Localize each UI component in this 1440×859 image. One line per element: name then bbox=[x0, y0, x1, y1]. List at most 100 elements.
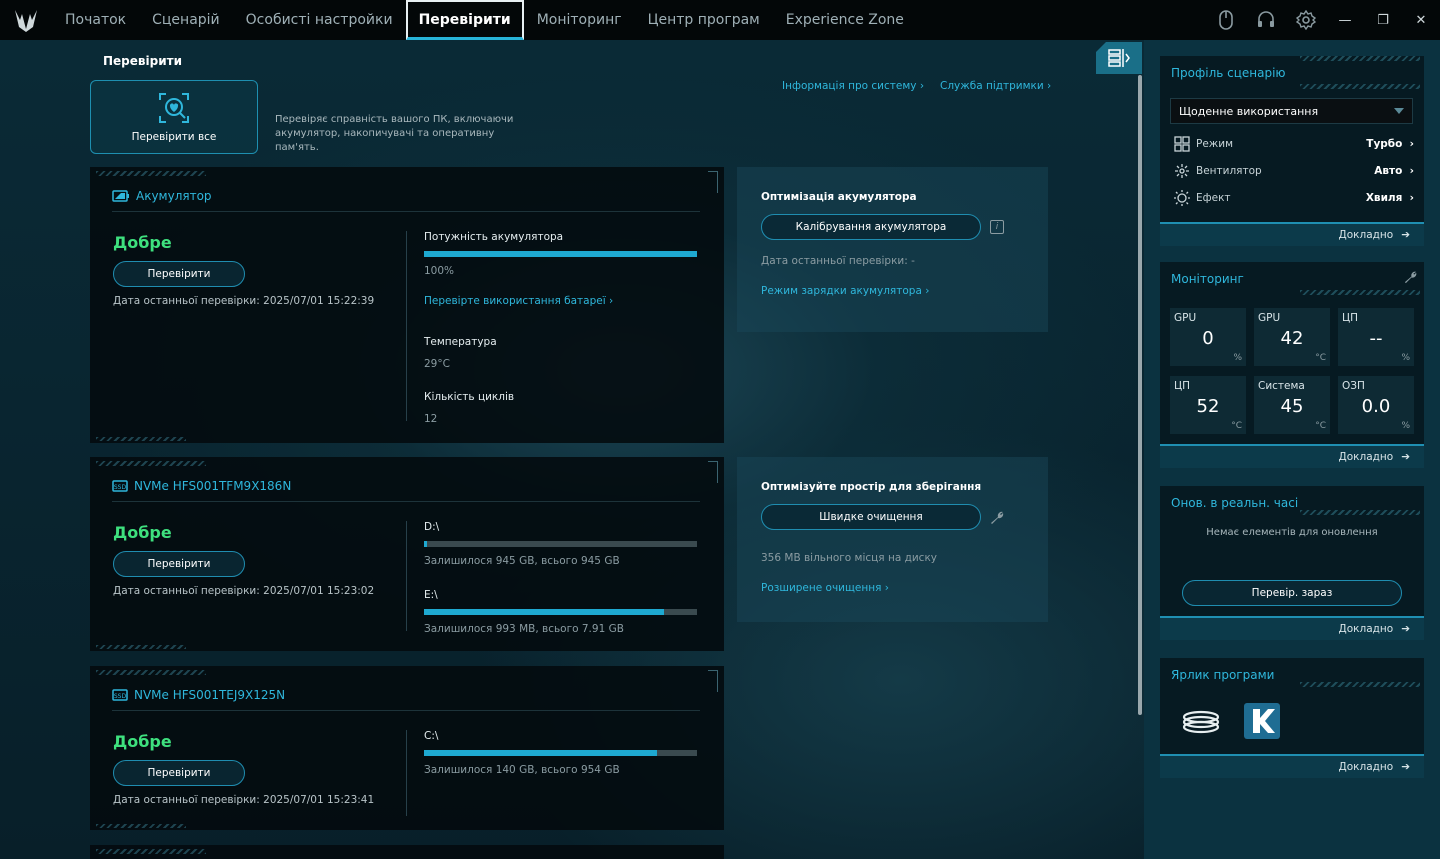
drive2-title: NVMe HFS001TEJ9X125N bbox=[134, 688, 286, 702]
battery-power-label: Потужність акумулятора bbox=[424, 231, 564, 243]
drive1-status: Добре bbox=[113, 523, 172, 542]
battery-power-bar bbox=[424, 251, 697, 257]
drive-e-info: Залишилося 993 MB, всього 7.91 GB bbox=[424, 623, 624, 635]
check-all-label: Перевірити все bbox=[131, 131, 217, 143]
predator-logo-icon bbox=[0, 0, 52, 40]
tile-value: 42 bbox=[1280, 328, 1304, 349]
scrollbar[interactable] bbox=[1138, 75, 1142, 715]
drive-d-fill bbox=[424, 541, 427, 547]
battery-cycles-label: Кількість циклів bbox=[424, 391, 515, 403]
battery-power-fill bbox=[424, 251, 697, 257]
collapse-panel-button[interactable] bbox=[1096, 42, 1142, 74]
profile-more-link[interactable]: Докладно ➔ bbox=[1160, 222, 1424, 246]
battery-check-button[interactable]: Перевірити bbox=[113, 261, 245, 287]
hatch-decoration bbox=[96, 849, 206, 854]
battery-temp-value: 29°C bbox=[424, 358, 450, 370]
advanced-clean-link[interactable]: Розширене очищення › bbox=[761, 582, 889, 594]
tab-experience-zone[interactable]: Experience Zone bbox=[773, 0, 917, 40]
monitor-tile-cpu-usage: ЦП --% bbox=[1338, 308, 1414, 366]
profile-row-fan[interactable]: Вентилятор Авто › bbox=[1174, 161, 1414, 181]
drive-d-info: Залишилося 945 GB, всього 945 GB bbox=[424, 555, 620, 567]
monitor-tile-gpu-usage: GPU 0% bbox=[1170, 308, 1246, 366]
updates-more-link[interactable]: Докладно ➔ bbox=[1160, 616, 1424, 640]
tab-check[interactable]: Перевірити bbox=[405, 0, 524, 40]
k-app-icon[interactable] bbox=[1243, 702, 1281, 740]
charge-mode-link[interactable]: Режим зарядки акумулятора › bbox=[761, 285, 929, 297]
battery-power-value: 100% bbox=[424, 265, 455, 277]
drive-c-info: Залишилося 140 GB, всього 954 GB bbox=[424, 764, 620, 776]
ssd-icon: SSD bbox=[112, 480, 128, 492]
battery-card-header: Акумулятор bbox=[112, 189, 212, 203]
vertical-separator bbox=[406, 231, 407, 421]
tile-value: -- bbox=[1369, 328, 1383, 349]
drive1-card: SSD NVMe HFS001TFM9X186N Добре Перевірит… bbox=[90, 457, 724, 651]
drive2-last-check: Дата останньої перевірки: 2025/07/01 15:… bbox=[113, 794, 375, 806]
tab-app-center[interactable]: Центр програм bbox=[635, 0, 773, 40]
headset-icon[interactable] bbox=[1246, 0, 1286, 40]
mouse-icon[interactable] bbox=[1206, 0, 1246, 40]
storage-opt-title: Оптимізуйте простір для зберігання bbox=[761, 481, 982, 493]
profile-row-effect[interactable]: Ефект Хвиля › bbox=[1174, 188, 1414, 208]
top-icons: — ❐ ✕ bbox=[1206, 0, 1440, 40]
wrench-icon[interactable] bbox=[990, 510, 1005, 525]
system-info-link[interactable]: Інформація про систему › bbox=[782, 80, 924, 92]
calibrate-battery-button[interactable]: Калібрування акумулятора bbox=[761, 214, 981, 240]
restore-button[interactable]: ❐ bbox=[1364, 0, 1402, 40]
tab-home[interactable]: Початок bbox=[52, 0, 139, 40]
grid-icon bbox=[1174, 136, 1190, 152]
realtime-updates-card: Онов. в реальн. часі Немає елементів для… bbox=[1160, 486, 1424, 616]
battery-opt-title: Оптимізація акумулятора bbox=[761, 191, 917, 203]
check-now-button[interactable]: Перевір. зараз bbox=[1182, 580, 1402, 606]
tile-value: 0.0 bbox=[1361, 396, 1391, 417]
tile-label: Система bbox=[1258, 380, 1305, 392]
shortcuts-more-link[interactable]: Докладно ➔ bbox=[1160, 754, 1424, 778]
tab-scenario[interactable]: Сценарій bbox=[139, 0, 233, 40]
svg-text:SSD: SSD bbox=[114, 693, 127, 700]
profile-row-mode[interactable]: Режим Турбо › bbox=[1174, 134, 1414, 154]
profile-title: Профіль сценарію bbox=[1171, 66, 1286, 80]
tab-monitoring[interactable]: Моніторинг bbox=[524, 0, 635, 40]
hatch-decoration bbox=[96, 171, 206, 176]
profile-dropdown[interactable]: Щоденне використання bbox=[1170, 98, 1413, 124]
wrench-icon[interactable] bbox=[1404, 270, 1418, 284]
scenario-profile-card: Профіль сценарію Щоденне використання Ре… bbox=[1160, 56, 1424, 222]
drive2-check-button[interactable]: Перевірити bbox=[113, 760, 245, 786]
hatch-decoration bbox=[96, 670, 206, 675]
corner-decoration bbox=[708, 171, 718, 193]
monitoring-title: Моніторинг bbox=[1171, 272, 1244, 286]
monitor-tile-system-temp: Система 45 °C bbox=[1254, 376, 1330, 434]
tab-personal-settings[interactable]: Особисті настройки bbox=[233, 0, 406, 40]
main-tabs: Початок Сценарій Особисті настройки Пере… bbox=[52, 0, 917, 40]
tile-unit: % bbox=[1401, 421, 1410, 431]
battery-optimization-panel: Оптимізація акумулятора Калібрування аку… bbox=[737, 167, 1048, 332]
quick-clean-button[interactable]: Швидке очищення bbox=[761, 504, 981, 530]
drive-d-bar bbox=[424, 541, 697, 547]
vertical-separator bbox=[406, 521, 407, 631]
close-button[interactable]: ✕ bbox=[1402, 0, 1440, 40]
support-link[interactable]: Служба підтримки › bbox=[940, 80, 1051, 92]
drive-e-label: E:\ bbox=[424, 589, 438, 601]
check-all-button[interactable]: Перевірити все bbox=[90, 80, 258, 154]
battery-last-check: Дата останньої перевірки: 2025/07/01 15:… bbox=[113, 295, 375, 307]
info-icon[interactable]: i bbox=[990, 220, 1004, 234]
drive1-last-check: Дата останньої перевірки: 2025/07/01 15:… bbox=[113, 585, 375, 597]
drive2-card: SSD NVMe HFS001TEJ9X125N Добре Перевірит… bbox=[90, 666, 724, 830]
drive-c-fill bbox=[424, 750, 657, 756]
tile-unit: °C bbox=[1315, 421, 1326, 431]
hatch-decoration bbox=[1300, 84, 1420, 89]
settings-gear-icon[interactable] bbox=[1286, 0, 1326, 40]
stacked-rings-app-icon[interactable] bbox=[1182, 704, 1220, 742]
divider bbox=[112, 501, 700, 502]
battery-usage-link[interactable]: Перевірте використання батареї › bbox=[424, 295, 613, 307]
app-shortcuts-card: Ярлик програми bbox=[1160, 658, 1424, 754]
drive1-check-button[interactable]: Перевірити bbox=[113, 551, 245, 577]
tile-unit: % bbox=[1401, 353, 1410, 363]
mode-value: Турбо › bbox=[1366, 138, 1414, 150]
hatch-decoration bbox=[1300, 682, 1420, 687]
hatch-decoration bbox=[96, 437, 186, 441]
fan-value: Авто › bbox=[1374, 165, 1414, 177]
minimize-button[interactable]: — bbox=[1326, 0, 1364, 40]
hatch-decoration bbox=[96, 824, 186, 828]
monitoring-more-link[interactable]: Докладно ➔ bbox=[1160, 444, 1424, 468]
health-scan-icon bbox=[159, 93, 189, 123]
